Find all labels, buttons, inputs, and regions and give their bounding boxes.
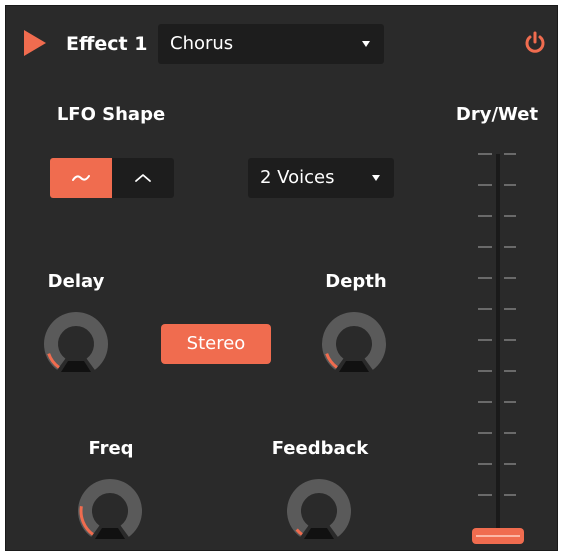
knob-track	[44, 312, 108, 370]
lfo-shape-triangle-button[interactable]	[112, 158, 174, 198]
knob-base	[304, 528, 334, 539]
knob-track	[78, 479, 142, 537]
freq-label: Freq	[88, 438, 134, 459]
knob-base	[61, 361, 91, 372]
dry-wet-label: Dry/Wet	[455, 104, 539, 125]
effect-type-dropdown[interactable]: Chorus	[158, 24, 384, 64]
dry-wet-slider[interactable]	[468, 144, 528, 544]
chevron-down-icon	[372, 175, 380, 181]
play-icon[interactable]	[24, 30, 46, 56]
effect-title: Effect 1	[66, 33, 148, 55]
effect-type-value: Chorus	[170, 33, 234, 54]
depth-knob[interactable]	[319, 309, 389, 379]
triangle-wave-icon	[135, 174, 151, 182]
knob-track	[287, 479, 351, 537]
voices-dropdown[interactable]: 2 Voices	[248, 158, 394, 198]
delay-knob[interactable]	[41, 309, 111, 379]
voices-value: 2 Voices	[260, 167, 335, 188]
stereo-button[interactable]: Stereo	[161, 324, 271, 364]
slider-rail	[496, 154, 500, 534]
feedback-knob[interactable]	[284, 476, 354, 546]
lfo-shape-label: LFO Shape	[56, 104, 166, 125]
lfo-shape-sine-button[interactable]	[50, 158, 112, 198]
power-icon[interactable]	[522, 30, 548, 56]
knob-track	[322, 312, 386, 370]
freq-knob[interactable]	[75, 476, 145, 546]
knob-base	[95, 528, 125, 539]
knob-base	[339, 361, 369, 372]
chevron-down-icon	[362, 41, 370, 47]
feedback-label: Feedback	[271, 438, 369, 459]
delay-label: Delay	[47, 271, 105, 292]
lfo-shape-toggle	[50, 158, 174, 198]
depth-label: Depth	[325, 271, 387, 292]
sine-wave-icon	[72, 175, 90, 181]
effect-panel: Effect 1 Chorus LFO Shape 2 Voices Dry/W…	[5, 5, 558, 551]
